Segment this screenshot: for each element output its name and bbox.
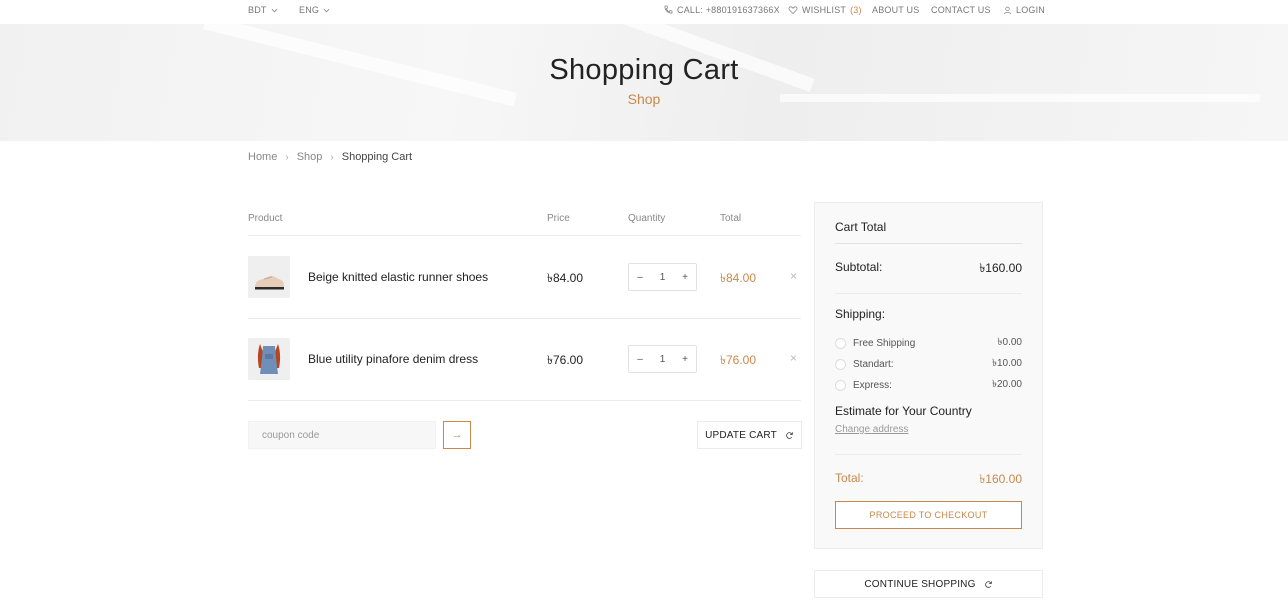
user-icon: [1003, 6, 1012, 14]
shipping-option[interactable]: Standart: ৳10.00: [835, 356, 1022, 373]
change-address-link[interactable]: Change address: [835, 424, 908, 435]
wishlist-count-badge: (3): [850, 5, 862, 15]
breadcrumb-current: Shopping Cart: [341, 151, 413, 163]
chevron-down-icon: [271, 8, 278, 12]
quantity-stepper: – 1 +: [628, 345, 697, 373]
line-total: ৳84.00: [720, 271, 757, 285]
product-name[interactable]: Beige knitted elastic runner shoes: [308, 270, 488, 284]
cart-total-panel: Cart Total Subtotal: ৳160.00 Shipping: F…: [814, 202, 1043, 549]
divider: [248, 318, 801, 319]
subtotal-row: Subtotal: ৳160.00: [835, 260, 1022, 280]
total-value: ৳160.00: [979, 472, 1022, 486]
increase-button[interactable]: +: [680, 354, 690, 365]
radio-button[interactable]: [835, 338, 846, 349]
login-link[interactable]: LOGIN: [1003, 5, 1045, 15]
page-hero-banner: Shopping Cart Shop: [0, 24, 1288, 141]
phone-icon: [664, 5, 673, 14]
decrease-button[interactable]: –: [635, 272, 645, 283]
continue-shopping-label: CONTINUE SHOPPING: [864, 578, 976, 590]
heart-icon: [788, 6, 798, 15]
refresh-icon: [984, 580, 992, 588]
about-label: ABOUT US: [872, 5, 920, 15]
dress-image: [248, 338, 290, 380]
shipping-label: Shipping:: [835, 307, 886, 321]
shipping-option[interactable]: Free Shipping ৳0.00: [835, 335, 1022, 352]
breadcrumb-shop[interactable]: Shop: [297, 151, 323, 163]
remove-item-button[interactable]: ×: [790, 351, 797, 365]
quantity-value[interactable]: 1: [660, 354, 666, 365]
product-name[interactable]: Blue utility pinafore denim dress: [308, 352, 478, 366]
shipping-option-label: Express:: [853, 380, 892, 391]
update-cart-label: UPDATE CART: [705, 429, 777, 441]
update-cart-button[interactable]: UPDATE CART: [697, 421, 802, 449]
divider: [248, 400, 801, 401]
arrow-right-icon: →: [451, 429, 463, 441]
product-thumbnail[interactable]: [248, 256, 290, 298]
product-thumbnail[interactable]: [248, 338, 290, 380]
top-bar: BDT ENG CALL: +880191637366X WISHLIST (3…: [0, 0, 1288, 24]
divider: [835, 454, 1022, 455]
wishlist-label: WISHLIST: [802, 5, 847, 15]
total-label: Total:: [835, 471, 864, 485]
product-price: ৳76.00: [547, 353, 584, 367]
decrease-button[interactable]: –: [635, 354, 645, 365]
shipping-option-price: ৳0.00: [997, 337, 1022, 348]
call-text: CALL: +880191637366X: [677, 5, 780, 15]
radio-button[interactable]: [835, 380, 846, 391]
increase-button[interactable]: +: [680, 272, 690, 283]
divider: [248, 235, 801, 236]
total-row: Total: ৳160.00: [835, 471, 1022, 491]
breadcrumb-home[interactable]: Home: [248, 151, 277, 163]
line-total: ৳76.00: [720, 353, 757, 367]
shoe-image: [248, 256, 290, 298]
divider: [835, 293, 1022, 294]
chevron-right-icon: ›: [330, 151, 334, 163]
currency-selector[interactable]: BDT: [248, 5, 278, 15]
contact-label: CONTACT US: [931, 5, 991, 15]
page-subtitle: Shop: [627, 91, 661, 107]
quantity-stepper: – 1 +: [628, 263, 697, 291]
shipping-option-price: ৳20.00: [991, 379, 1022, 390]
shipping-option-label: Free Shipping: [853, 338, 916, 349]
shipping-option-label: Standart:: [853, 359, 894, 370]
language-selector[interactable]: ENG: [299, 5, 330, 15]
currency-label: BDT: [248, 5, 267, 15]
refresh-icon: [786, 431, 793, 439]
contact-link[interactable]: CONTACT US: [931, 5, 991, 15]
cart-total-title: Cart Total: [835, 220, 887, 234]
chevron-right-icon: ›: [285, 151, 289, 163]
shipping-option[interactable]: Express: ৳20.00: [835, 377, 1022, 394]
shipping-option-price: ৳10.00: [991, 358, 1022, 369]
chevron-down-icon: [323, 8, 330, 12]
apply-coupon-button[interactable]: →: [443, 421, 471, 449]
column-header-total: Total: [720, 213, 742, 224]
continue-shopping-button[interactable]: CONTINUE SHOPPING: [814, 570, 1043, 598]
subtotal-value: ৳160.00: [979, 261, 1022, 275]
column-header-price: Price: [547, 213, 570, 224]
login-label: LOGIN: [1016, 5, 1046, 15]
proceed-to-checkout-button[interactable]: PROCEED TO CHECKOUT: [835, 501, 1022, 529]
breadcrumb: Home › Shop › Shopping Cart: [248, 151, 412, 163]
product-price: ৳84.00: [547, 271, 584, 285]
radio-button[interactable]: [835, 359, 846, 370]
wishlist-link[interactable]: WISHLIST (3): [788, 5, 862, 15]
column-header-quantity: Quantity: [628, 213, 666, 224]
coupon-code-input[interactable]: [248, 421, 436, 449]
quantity-value[interactable]: 1: [660, 272, 666, 283]
language-label: ENG: [299, 5, 320, 15]
estimate-label: Estimate for Your Country: [835, 404, 972, 418]
about-link[interactable]: ABOUT US: [872, 5, 919, 15]
subtotal-label: Subtotal:: [835, 260, 883, 274]
divider: [835, 243, 1022, 244]
call-link[interactable]: CALL: +880191637366X: [663, 5, 780, 15]
column-header-product: Product: [248, 213, 283, 224]
remove-item-button[interactable]: ×: [790, 269, 797, 283]
page-title: Shopping Cart: [549, 54, 739, 86]
